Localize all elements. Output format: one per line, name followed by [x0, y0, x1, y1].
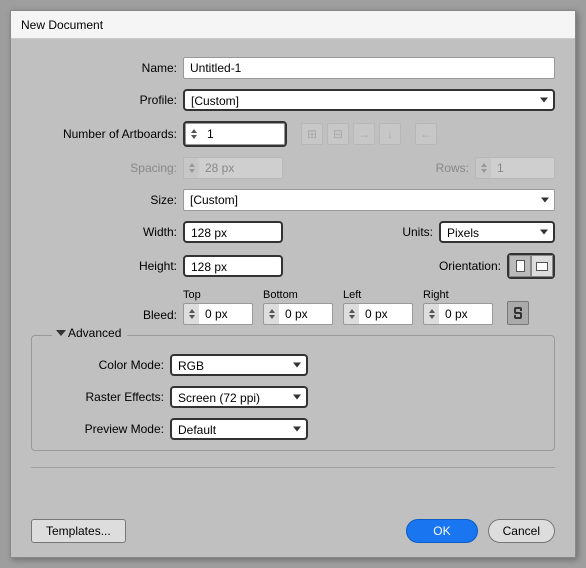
chevron-down-icon — [293, 427, 301, 432]
raster-select[interactable]: Screen (72 ppi) — [170, 386, 308, 408]
chevron-down-icon — [293, 363, 301, 368]
profile-value: [Custom] — [191, 94, 239, 108]
chevron-down-icon — [541, 198, 549, 203]
ok-button[interactable]: OK — [406, 519, 477, 543]
artboards-label: Number of Artboards: — [31, 127, 183, 141]
colormode-value: RGB — [178, 359, 204, 373]
advanced-label: Advanced — [68, 326, 121, 340]
profile-label: Profile: — [31, 93, 183, 107]
orientation-group — [507, 253, 555, 279]
new-document-dialog: New Document Name: Untitled-1 Profile: [… — [10, 10, 576, 558]
divider — [31, 467, 555, 468]
dialog-footer: Templates... OK Cancel — [31, 519, 555, 543]
cancel-button[interactable]: Cancel — [488, 519, 555, 543]
size-value: [Custom] — [190, 193, 238, 207]
bleed-right-stepper[interactable]: 0 px — [423, 303, 493, 325]
width-input[interactable]: 128 px — [183, 221, 283, 243]
bleed-bottom-stepper[interactable]: 0 px — [263, 303, 333, 325]
chevron-down-icon — [540, 230, 548, 235]
colormode-label: Color Mode: — [42, 358, 170, 372]
spacing-value: 28 px — [199, 157, 283, 179]
spacing-label: Spacing: — [31, 161, 183, 175]
preview-select[interactable]: Default — [170, 418, 308, 440]
bleed-right-value[interactable]: 0 px — [439, 303, 493, 325]
artboards-stepper[interactable]: 1 — [183, 121, 287, 147]
dialog-title: New Document — [11, 11, 575, 39]
rows-label: Rows: — [436, 161, 475, 175]
preview-value: Default — [178, 423, 216, 437]
spacing-stepper: 28 px — [183, 157, 283, 179]
bleed-left-stepper[interactable]: 0 px — [343, 303, 413, 325]
bleed-left-value[interactable]: 0 px — [359, 303, 413, 325]
bleed-top-label: Top — [183, 289, 253, 301]
advanced-group: Advanced Color Mode: RGB Raster Effects:… — [31, 335, 555, 451]
preview-label: Preview Mode: — [42, 422, 170, 436]
raster-label: Raster Effects: — [42, 390, 170, 404]
units-value: Pixels — [447, 226, 479, 240]
size-label: Size: — [31, 193, 183, 207]
profile-select[interactable]: [Custom] — [183, 89, 555, 111]
width-label: Width: — [31, 225, 183, 239]
name-input[interactable]: Untitled-1 — [183, 57, 555, 79]
bleed-label: Bleed: — [31, 308, 183, 322]
chevron-down-icon — [540, 98, 548, 103]
arrange-right-icon: → — [353, 123, 375, 145]
units-select[interactable]: Pixels — [439, 221, 555, 243]
bleed-top-stepper[interactable]: 0 px — [183, 303, 253, 325]
bleed-bottom-label: Bottom — [263, 289, 333, 301]
height-input[interactable]: 128 px — [183, 255, 283, 277]
artboards-value[interactable]: 1 — [201, 123, 285, 145]
rows-value: 1 — [491, 157, 555, 179]
advanced-toggle[interactable]: Advanced — [52, 326, 127, 340]
templates-button[interactable]: Templates... — [31, 519, 126, 543]
bleed-bottom-value[interactable]: 0 px — [279, 303, 333, 325]
name-label: Name: — [31, 61, 183, 75]
orientation-portrait[interactable] — [509, 255, 531, 277]
orientation-label: Orientation: — [439, 259, 507, 273]
grid-by-col-icon: ⊟ — [327, 123, 349, 145]
bleed-left-label: Left — [343, 289, 413, 301]
chevron-down-icon — [293, 395, 301, 400]
orientation-landscape[interactable] — [531, 255, 553, 277]
arrange-left-icon: ← — [415, 123, 437, 145]
grid-by-row-icon: ⊞ — [301, 123, 323, 145]
raster-value: Screen (72 ppi) — [178, 391, 260, 405]
bleed-top-value[interactable]: 0 px — [199, 303, 253, 325]
disclosure-triangle-icon — [56, 330, 66, 336]
rows-stepper: 1 — [475, 157, 555, 179]
arrange-down-icon: ↓ — [379, 123, 401, 145]
bleed-right-label: Right — [423, 289, 493, 301]
units-label: Units: — [402, 225, 439, 239]
link-bleed-icon[interactable] — [507, 301, 529, 325]
size-select[interactable]: [Custom] — [183, 189, 555, 211]
colormode-select[interactable]: RGB — [170, 354, 308, 376]
height-label: Height: — [31, 259, 183, 273]
dialog-body: Name: Untitled-1 Profile: [Custom] Numbe… — [11, 39, 575, 557]
